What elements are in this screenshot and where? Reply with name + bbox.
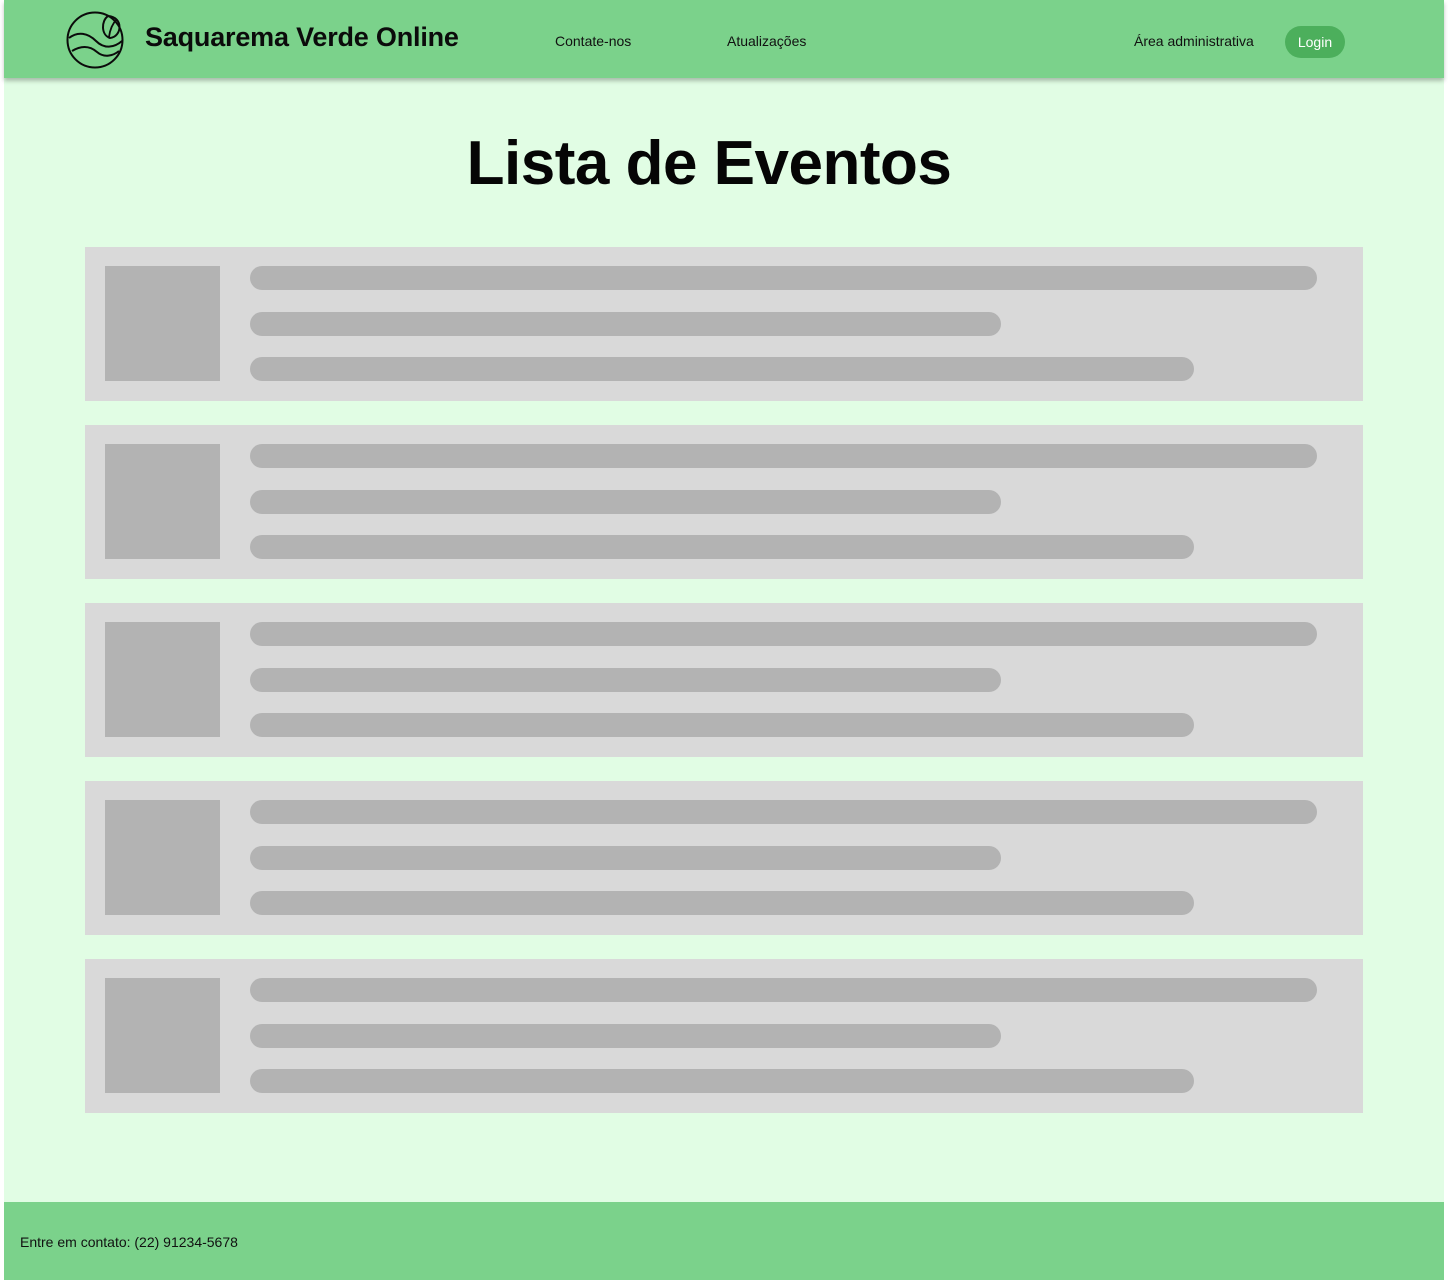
event-text-placeholder-line [250,846,1001,870]
event-card-placeholder[interactable] [85,959,1363,1113]
event-thumbnail-placeholder [105,800,220,915]
top-navbar: Saquarema Verde Online Contate-nos Atual… [4,0,1444,78]
event-card-placeholder[interactable] [85,247,1363,401]
event-text-placeholder-line [250,668,1001,692]
event-thumbnail-placeholder [105,622,220,737]
event-text-placeholder-line [250,357,1194,381]
event-text-placeholder-line [250,535,1194,559]
event-text-placeholder-line [250,266,1317,290]
page: Saquarema Verde Online Contate-nos Atual… [4,0,1444,1280]
event-card-placeholder[interactable] [85,781,1363,935]
event-thumbnail-placeholder [105,978,220,1093]
event-text-placeholder-line [250,312,1001,336]
event-text-placeholder-line [250,891,1194,915]
login-button[interactable]: Login [1285,26,1345,58]
footer: Entre em contato: (22) 91234-5678 [4,1202,1444,1280]
event-text-placeholder-line [250,1069,1194,1093]
event-text-placeholder-line [250,978,1317,1002]
event-thumbnail-placeholder [105,444,220,559]
nav-link-admin-area[interactable]: Área administrativa [1134,33,1254,49]
event-text-placeholder-line [250,444,1317,468]
event-card-placeholder[interactable] [85,603,1363,757]
event-text-placeholder-line [250,1024,1001,1048]
event-list [85,247,1363,1137]
event-thumbnail-placeholder [105,266,220,381]
site-title[interactable]: Saquarema Verde Online [145,22,459,53]
event-card-placeholder[interactable] [85,425,1363,579]
nav-link-updates[interactable]: Atualizações [727,33,806,49]
nav-link-contact[interactable]: Contate-nos [555,33,631,49]
event-text-placeholder-line [250,622,1317,646]
leaf-wave-logo-icon[interactable] [66,11,124,69]
event-text-placeholder-line [250,713,1194,737]
footer-contact-text: Entre em contato: (22) 91234-5678 [20,1234,238,1250]
event-text-placeholder-line [250,490,1001,514]
event-text-placeholder-line [250,800,1317,824]
page-title: Lista de Eventos [466,129,952,198]
